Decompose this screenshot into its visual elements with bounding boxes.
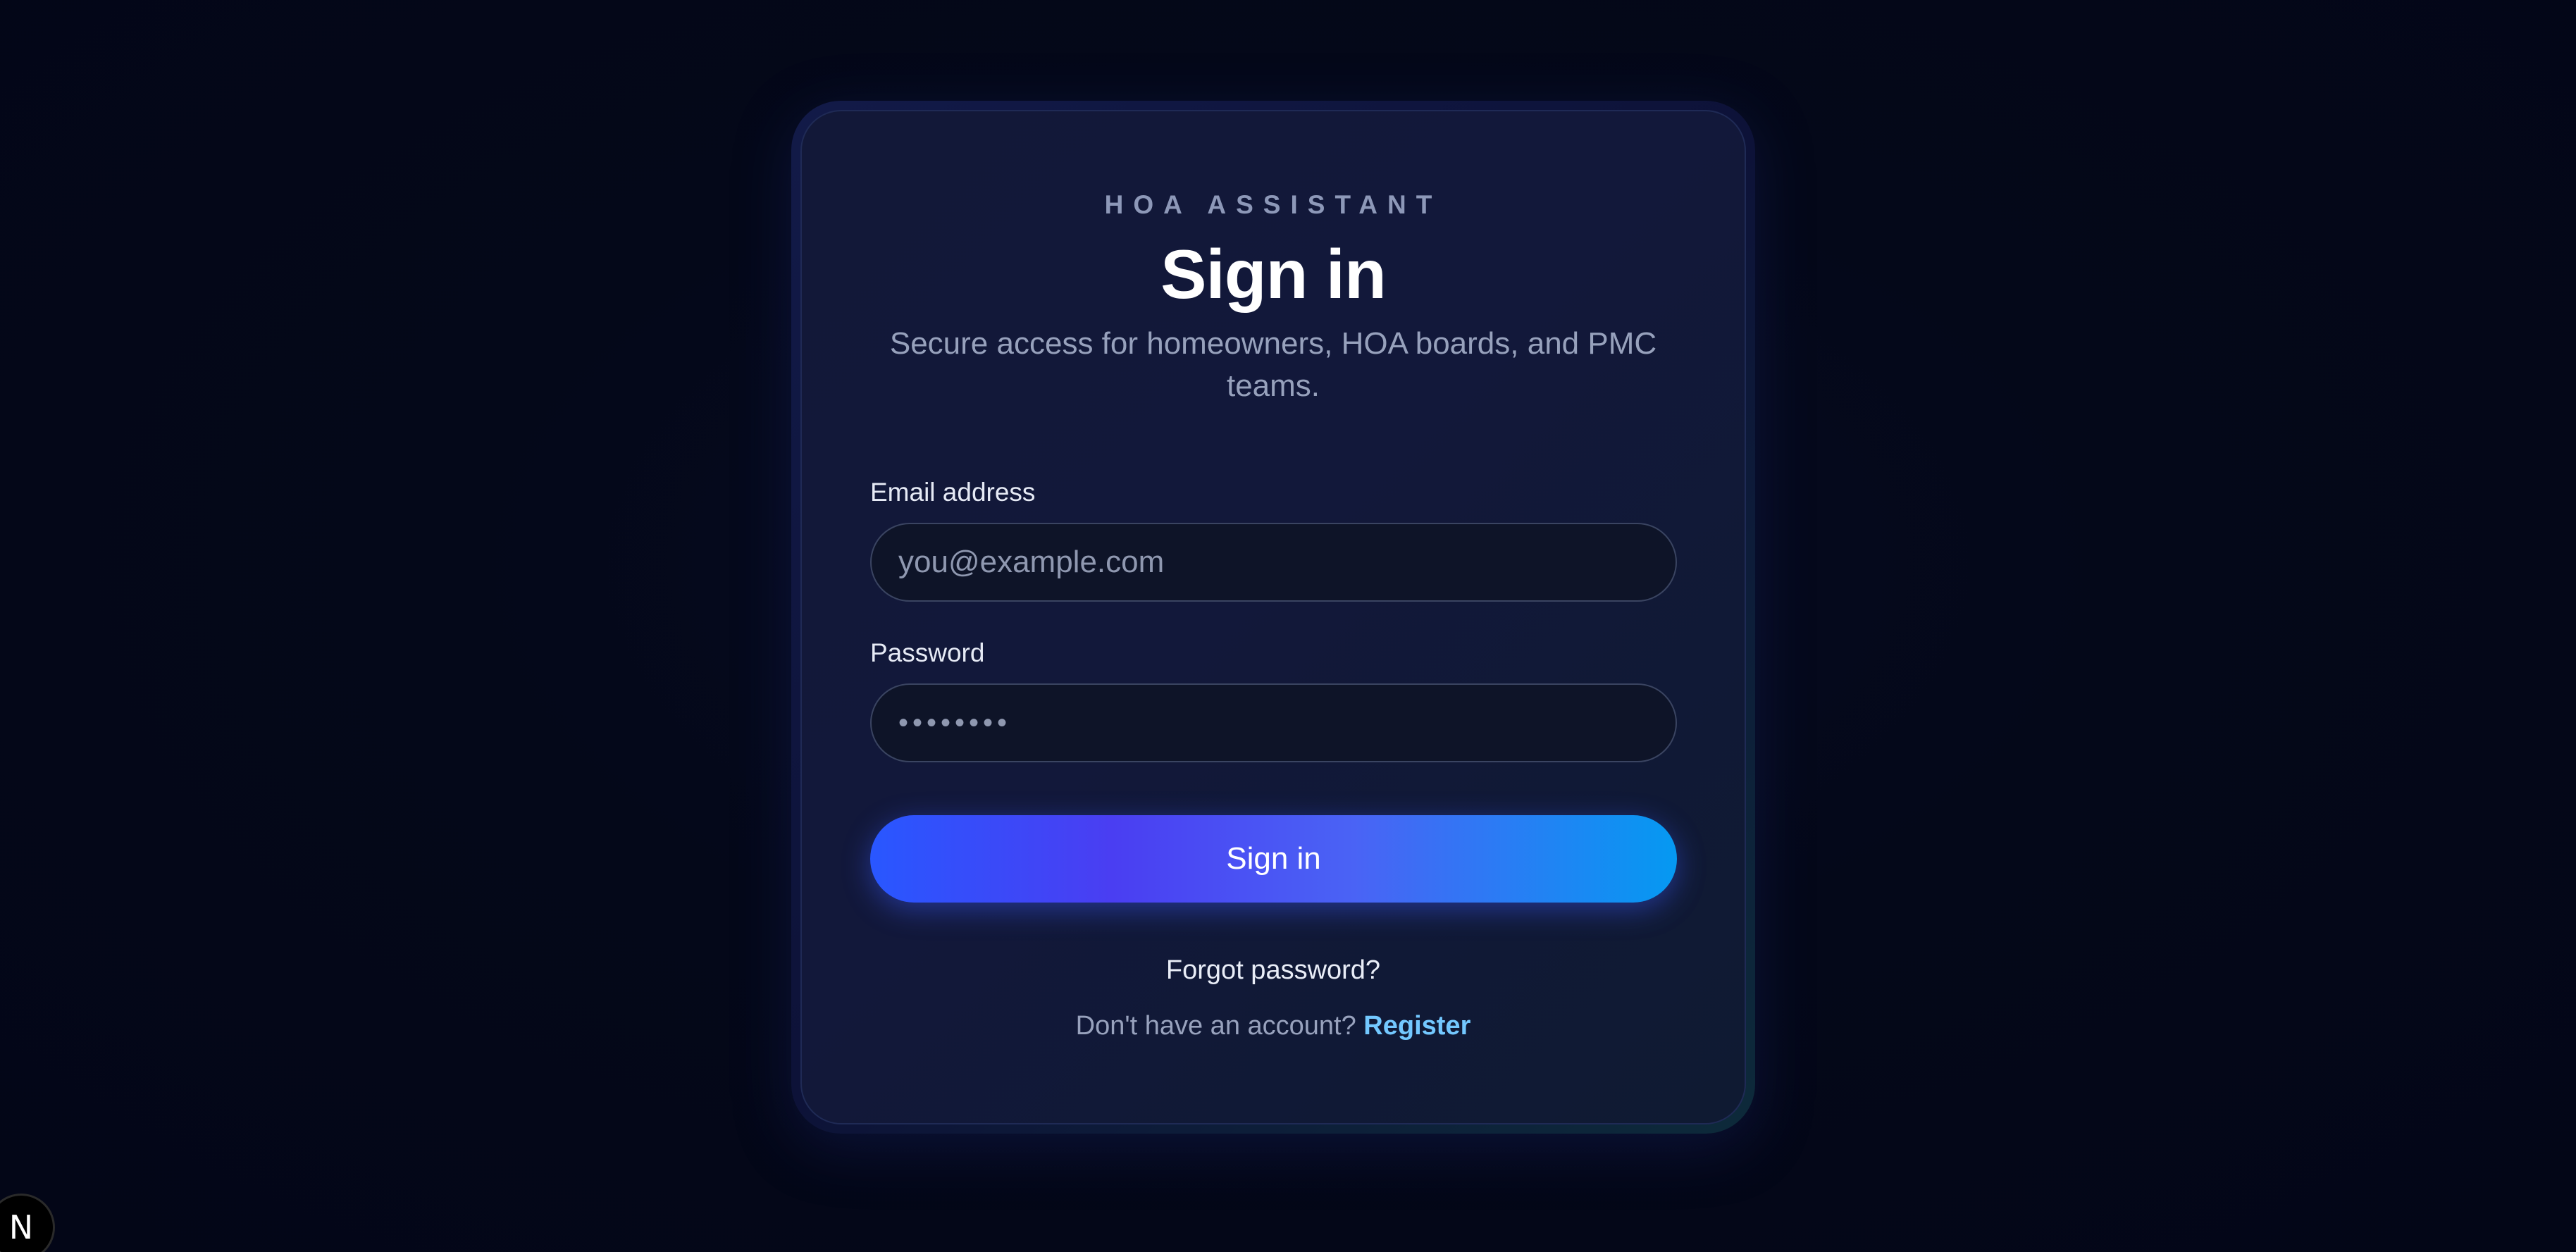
sign-in-button-label: Sign in	[1226, 841, 1321, 876]
nextjs-icon[interactable]: N	[0, 1194, 55, 1252]
page: HOA ASSISTANT Sign in Secure access for …	[0, 0, 2576, 1252]
email-field[interactable]: you@example.com	[870, 523, 1677, 602]
password-label: Password	[870, 638, 985, 667]
no-account-text: Don't have an account?	[1075, 1011, 1364, 1041]
brand-name: HOA ASSISTANT	[1104, 190, 1442, 219]
email-placeholder: you@example.com	[898, 545, 1165, 579]
password-value: ••••••••	[898, 707, 1012, 738]
signin-card: HOA ASSISTANT Sign in Secure access for …	[800, 110, 1746, 1124]
register-prompt: Don't have an account? Register	[802, 1011, 1745, 1041]
page-title: Sign in	[1160, 235, 1387, 313]
email-label: Email address	[870, 478, 1036, 507]
register-link[interactable]: Register	[1363, 1011, 1470, 1041]
forgot-password-link[interactable]: Forgot password?	[802, 955, 1745, 986]
signin-card-frame: HOA ASSISTANT Sign in Secure access for …	[791, 101, 1755, 1134]
badge-letter: N	[8, 1208, 34, 1246]
password-field[interactable]: ••••••••	[870, 683, 1677, 762]
sign-in-button[interactable]: Sign in	[870, 815, 1677, 903]
page-subtitle: Secure access for homeowners, HOA boards…	[889, 326, 1657, 403]
